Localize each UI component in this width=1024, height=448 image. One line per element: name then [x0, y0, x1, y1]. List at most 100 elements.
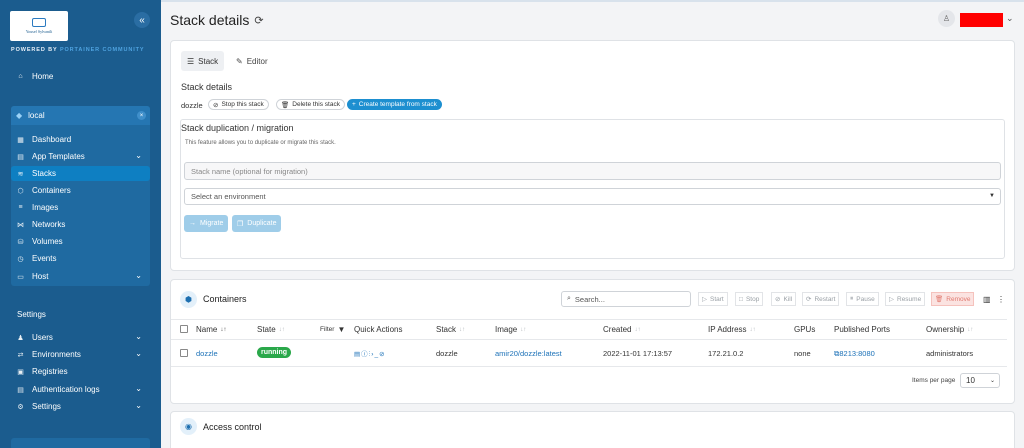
select-all-checkbox[interactable]	[180, 325, 188, 333]
sidebar-item-label: Events	[32, 254, 57, 263]
search-icon: ⌕	[567, 295, 571, 302]
tab-editor[interactable]: ✎ Editor	[230, 51, 274, 71]
auth-logs-icon: ▤	[17, 386, 24, 394]
sidebar-item-containers[interactable]: ⬡ Containers	[11, 183, 150, 198]
environment-select[interactable]: Select an environment ▼	[184, 188, 1001, 205]
access-control-title: Access control	[203, 422, 262, 432]
button-label: Remove	[946, 295, 971, 303]
docker-icon: ◆	[16, 111, 23, 120]
chevron-down-icon: ⌄	[135, 332, 142, 341]
button-label: Resume	[897, 295, 922, 303]
stack-name-input[interactable]	[184, 162, 1001, 180]
state-filter[interactable]: Filter ▼	[320, 325, 345, 334]
sidebar-item-settings[interactable]: ⚙ Settings ⌄	[11, 399, 150, 414]
images-icon: ≡	[18, 204, 23, 211]
pencil-icon: ✎	[236, 56, 243, 66]
sort-icon: ↓↑	[967, 326, 974, 333]
sidebar-item-images[interactable]: ≡ Images	[11, 200, 150, 215]
column-created[interactable]: Created ↓↑	[603, 325, 640, 334]
button-label: Restart	[814, 295, 836, 303]
play-icon: ▷	[702, 296, 707, 303]
container-image-link[interactable]: amir20/dozzle:latest	[495, 349, 562, 358]
access-control-card	[170, 411, 1015, 448]
containers-title: Containers	[203, 294, 247, 304]
stack-name: dozzle	[181, 101, 203, 110]
inspect-icon[interactable]: ⓘ	[361, 351, 369, 358]
sidebar-item-app-templates[interactable]: ▤ App Templates ⌄	[11, 149, 150, 164]
column-label: Image	[495, 325, 518, 334]
column-image[interactable]: Image ↓↑	[495, 325, 526, 334]
restart-button[interactable]: ⟳ Restart	[802, 292, 840, 306]
sidebar-item-users[interactable]: ♟ Users ⌄	[11, 330, 150, 345]
migrate-button[interactable]: → Migrate	[184, 215, 229, 232]
column-state[interactable]: State ↓↑	[257, 325, 285, 334]
chevron-down-icon[interactable]: ⌄	[1006, 13, 1014, 24]
column-ip[interactable]: IP Address ↓↑	[708, 325, 756, 334]
table-divider	[171, 319, 1007, 320]
collapse-sidebar-button[interactable]: «	[134, 12, 150, 28]
column-stack[interactable]: Stack ↓↑	[436, 325, 465, 334]
button-label: Delete this stack	[292, 101, 340, 108]
remove-button[interactable]: 🗑 Remove	[931, 292, 975, 306]
console-icon[interactable]: ›_	[371, 351, 379, 358]
logo-text: Yousef Sylvanili	[25, 29, 53, 34]
chevron-down-icon: ⌄	[135, 401, 142, 410]
refresh-icon[interactable]: ⟳	[254, 14, 263, 27]
stop-button[interactable]: □ Stop	[735, 292, 764, 306]
logo[interactable]: Yousef Sylvanili	[10, 11, 68, 41]
column-name[interactable]: Name ↓↑	[196, 325, 226, 334]
create-template-button[interactable]: + Create template from stack	[347, 99, 442, 110]
sidebar-item-label: Dashboard	[32, 135, 72, 144]
delete-stack-button[interactable]: 🗑 Delete this stack	[276, 99, 345, 110]
status-badge: running	[257, 347, 292, 358]
sidebar-item-volumes[interactable]: ⛁ Volumes	[11, 234, 150, 249]
duplicate-button[interactable]: ❐ Duplicate	[232, 215, 282, 232]
home-icon: ⌂	[18, 73, 23, 80]
row-checkbox[interactable]	[180, 349, 188, 357]
sidebar-item-environments[interactable]: ⇄ Environments ⌄	[11, 347, 150, 362]
arrow-right-icon: →	[189, 220, 196, 227]
published-port-link[interactable]: ⧉8213:8080	[834, 349, 875, 359]
sidebar-item-networks[interactable]: ⋈ Networks	[11, 217, 150, 232]
search-placeholder: Search...	[574, 294, 605, 304]
sidebar-item-label: Settings	[32, 402, 61, 411]
stop-stack-button[interactable]: ⊘ Stop this stack	[208, 99, 269, 110]
search-input[interactable]: ⌕ Search...	[561, 291, 691, 307]
sidebar-item-label: Registries	[32, 367, 68, 376]
user-avatar[interactable]: ♙	[938, 10, 955, 27]
sidebar-item-label: Networks	[32, 220, 66, 229]
pause-button[interactable]: ⏸ Pause	[846, 292, 879, 306]
sidebar-item-events[interactable]: ◷ Events	[11, 251, 150, 266]
sidebar-item-dashboard[interactable]: ▦ Dashboard	[11, 132, 150, 147]
duplication-title: Stack duplication / migration	[181, 123, 294, 133]
column-label: Stack	[436, 325, 457, 334]
container-stack: dozzle	[436, 349, 458, 358]
more-options-icon[interactable]: ⋮	[997, 295, 1005, 304]
sidebar: Yousef Sylvanili « POWERED BY PORTAINER …	[0, 0, 161, 448]
sidebar-item-home[interactable]: ⌂ Home	[11, 69, 150, 84]
eye-icon: ◉	[180, 418, 197, 435]
column-ownership[interactable]: Ownership ↓↑	[926, 325, 973, 334]
filter-label: Filter	[320, 326, 335, 333]
resume-button[interactable]: ▷ Resume	[885, 292, 926, 306]
start-button[interactable]: ▷ Start	[698, 292, 728, 306]
chevron-down-icon: ⌄	[135, 384, 142, 393]
column-label: IP Address	[708, 325, 747, 334]
sidebar-item-label: Authentication logs	[32, 385, 100, 394]
sidebar-item-registries[interactable]: ▣ Registries	[11, 364, 150, 379]
tab-stack[interactable]: ☰ Stack	[181, 51, 225, 71]
attach-icon[interactable]: ⊘	[379, 351, 385, 358]
select-placeholder: Select an environment	[191, 192, 266, 201]
items-per-page-select[interactable]: 10 ⌄	[960, 373, 1000, 388]
sidebar-item-host[interactable]: ▭ Host ⌄	[11, 269, 150, 284]
top-border	[161, 0, 1024, 2]
page-title: Stack details ⟳	[170, 12, 264, 28]
sidebar-footer	[11, 438, 150, 448]
kill-button[interactable]: ⊘ Kill	[771, 292, 797, 306]
close-environment-icon[interactable]: ×	[137, 111, 146, 120]
sidebar-item-authentication-logs[interactable]: ▤ Authentication logs ⌄	[11, 382, 150, 397]
sidebar-item-stacks[interactable]: ≋ Stacks	[11, 166, 150, 181]
columns-icon[interactable]: ▥	[983, 295, 991, 304]
redacted-username[interactable]	[960, 13, 1003, 27]
container-name-link[interactable]: dozzle	[196, 349, 218, 358]
